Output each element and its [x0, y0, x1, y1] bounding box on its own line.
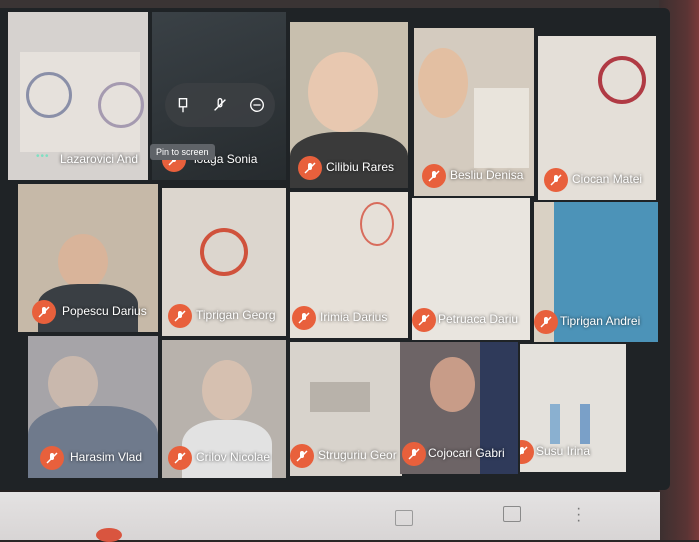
- remove-icon[interactable]: [243, 91, 271, 119]
- participant-tile[interactable]: Tiprigan Georg: [162, 188, 286, 336]
- participant-tile[interactable]: ••• Lazarovici And: [8, 12, 148, 180]
- meeting-grid: ••• Lazarovici And loaga Sonia Cilibiu R…: [0, 8, 670, 490]
- participant-name: Struguriu Geor: [318, 448, 397, 462]
- mic-off-icon: [402, 442, 426, 466]
- mic-off-icon: [412, 308, 436, 332]
- mic-off-icon: [422, 164, 446, 188]
- mic-off-icon[interactable]: [206, 91, 234, 119]
- participant-tile[interactable]: Crilov Nicolae: [162, 340, 286, 478]
- speaking-indicator: •••: [36, 151, 50, 162]
- present-icon[interactable]: [503, 506, 521, 522]
- participant-tile[interactable]: Popescu Darius: [18, 184, 158, 332]
- captions-icon[interactable]: [395, 510, 413, 526]
- participant-name: Tiprigan Georg: [196, 308, 276, 322]
- mic-off-icon: [168, 446, 192, 470]
- participant-name: Harasim Vlad: [70, 450, 143, 464]
- more-options-icon[interactable]: · · ·: [576, 501, 581, 529]
- mic-off-icon: [290, 444, 314, 468]
- participant-tile[interactable]: Cilibiu Rares: [290, 22, 408, 188]
- mic-off-icon: [544, 168, 568, 192]
- mic-off-icon: [534, 310, 558, 334]
- mic-off-icon: [168, 304, 192, 328]
- tile-hover-controls: [165, 83, 275, 127]
- participant-name: Lazarovici And: [60, 152, 139, 166]
- participant-name: Popescu Darius: [62, 304, 147, 318]
- participant-name: Cilibiu Rares: [326, 160, 395, 174]
- participant-tile[interactable]: Tiprigan Andrei: [534, 202, 658, 342]
- mic-off-icon: [40, 446, 64, 470]
- participant-tile[interactable]: Besliu Denisa: [414, 28, 534, 196]
- participant-name: Tiprigan Andrei: [560, 314, 641, 328]
- participant-name: Crilov Nicolae: [196, 450, 271, 464]
- participant-name: Susu Irina: [536, 444, 591, 458]
- participant-tile[interactable]: Struguriu Geor: [290, 342, 402, 476]
- participant-name: Cojocari Gabri: [428, 446, 505, 460]
- mic-off-icon: [32, 300, 56, 324]
- participant-tile[interactable]: Petruaca Dariu: [412, 198, 530, 340]
- participant-name: Besliu Denisa: [450, 168, 524, 182]
- participant-tile[interactable]: Harasim Vlad: [28, 336, 158, 478]
- participant-tile[interactable]: Susu Irina: [520, 344, 626, 472]
- participant-name: Ciocan Matei: [572, 172, 643, 186]
- pin-icon[interactable]: [169, 91, 197, 119]
- pin-tooltip: Pin to screen: [150, 144, 215, 160]
- mic-off-icon: [292, 306, 316, 330]
- participant-name: Petruaca Dariu: [438, 312, 519, 326]
- participant-tile[interactable]: Ciocan Matei: [538, 36, 656, 200]
- mic-off-icon: [298, 156, 322, 180]
- participant-tile[interactable]: Irimia Darius: [290, 192, 408, 338]
- participant-tile[interactable]: Cojocari Gabri: [400, 342, 518, 474]
- participant-name: Irimia Darius: [320, 310, 388, 324]
